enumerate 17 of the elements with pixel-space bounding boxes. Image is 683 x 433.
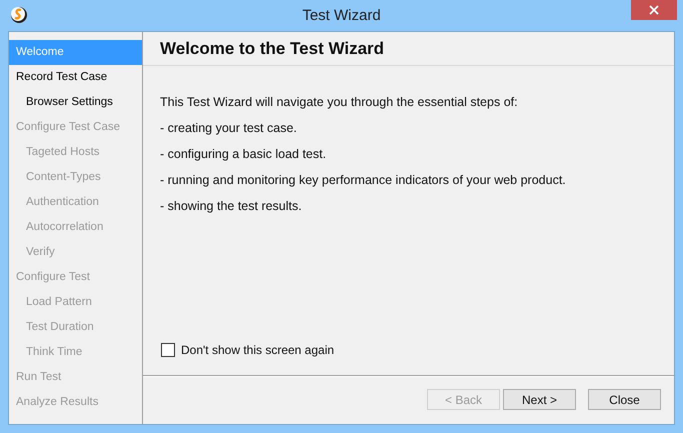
sidebar-item[interactable]: Record Test Case <box>9 65 142 90</box>
window-title: Test Wizard <box>302 7 381 24</box>
app-logo-icon <box>10 6 28 24</box>
body-text: - running and monitoring key performance indicators of your web product. <box>160 172 567 188</box>
wizard-button[interactable]: Close <box>588 389 661 410</box>
body-text: - creating your test case. <box>160 120 298 136</box>
checkbox[interactable] <box>161 343 175 357</box>
wizard-button[interactable]: Next > <box>503 389 576 410</box>
page-heading: Welcome to the Test Wizard <box>160 38 384 58</box>
close-button[interactable] <box>631 0 677 20</box>
close-icon <box>649 5 659 15</box>
body-text: - showing the test results. <box>160 198 303 214</box>
body-text: - configuring a basic load test. <box>160 146 328 162</box>
sidebar-item[interactable]: Browser Settings <box>9 90 142 115</box>
body-text: This Test Wizard will navigate you through the essential steps of: <box>160 94 519 110</box>
checkbox-label: Don't show this screen again <box>181 343 334 357</box>
sidebar-item[interactable]: Welcome <box>9 40 142 65</box>
